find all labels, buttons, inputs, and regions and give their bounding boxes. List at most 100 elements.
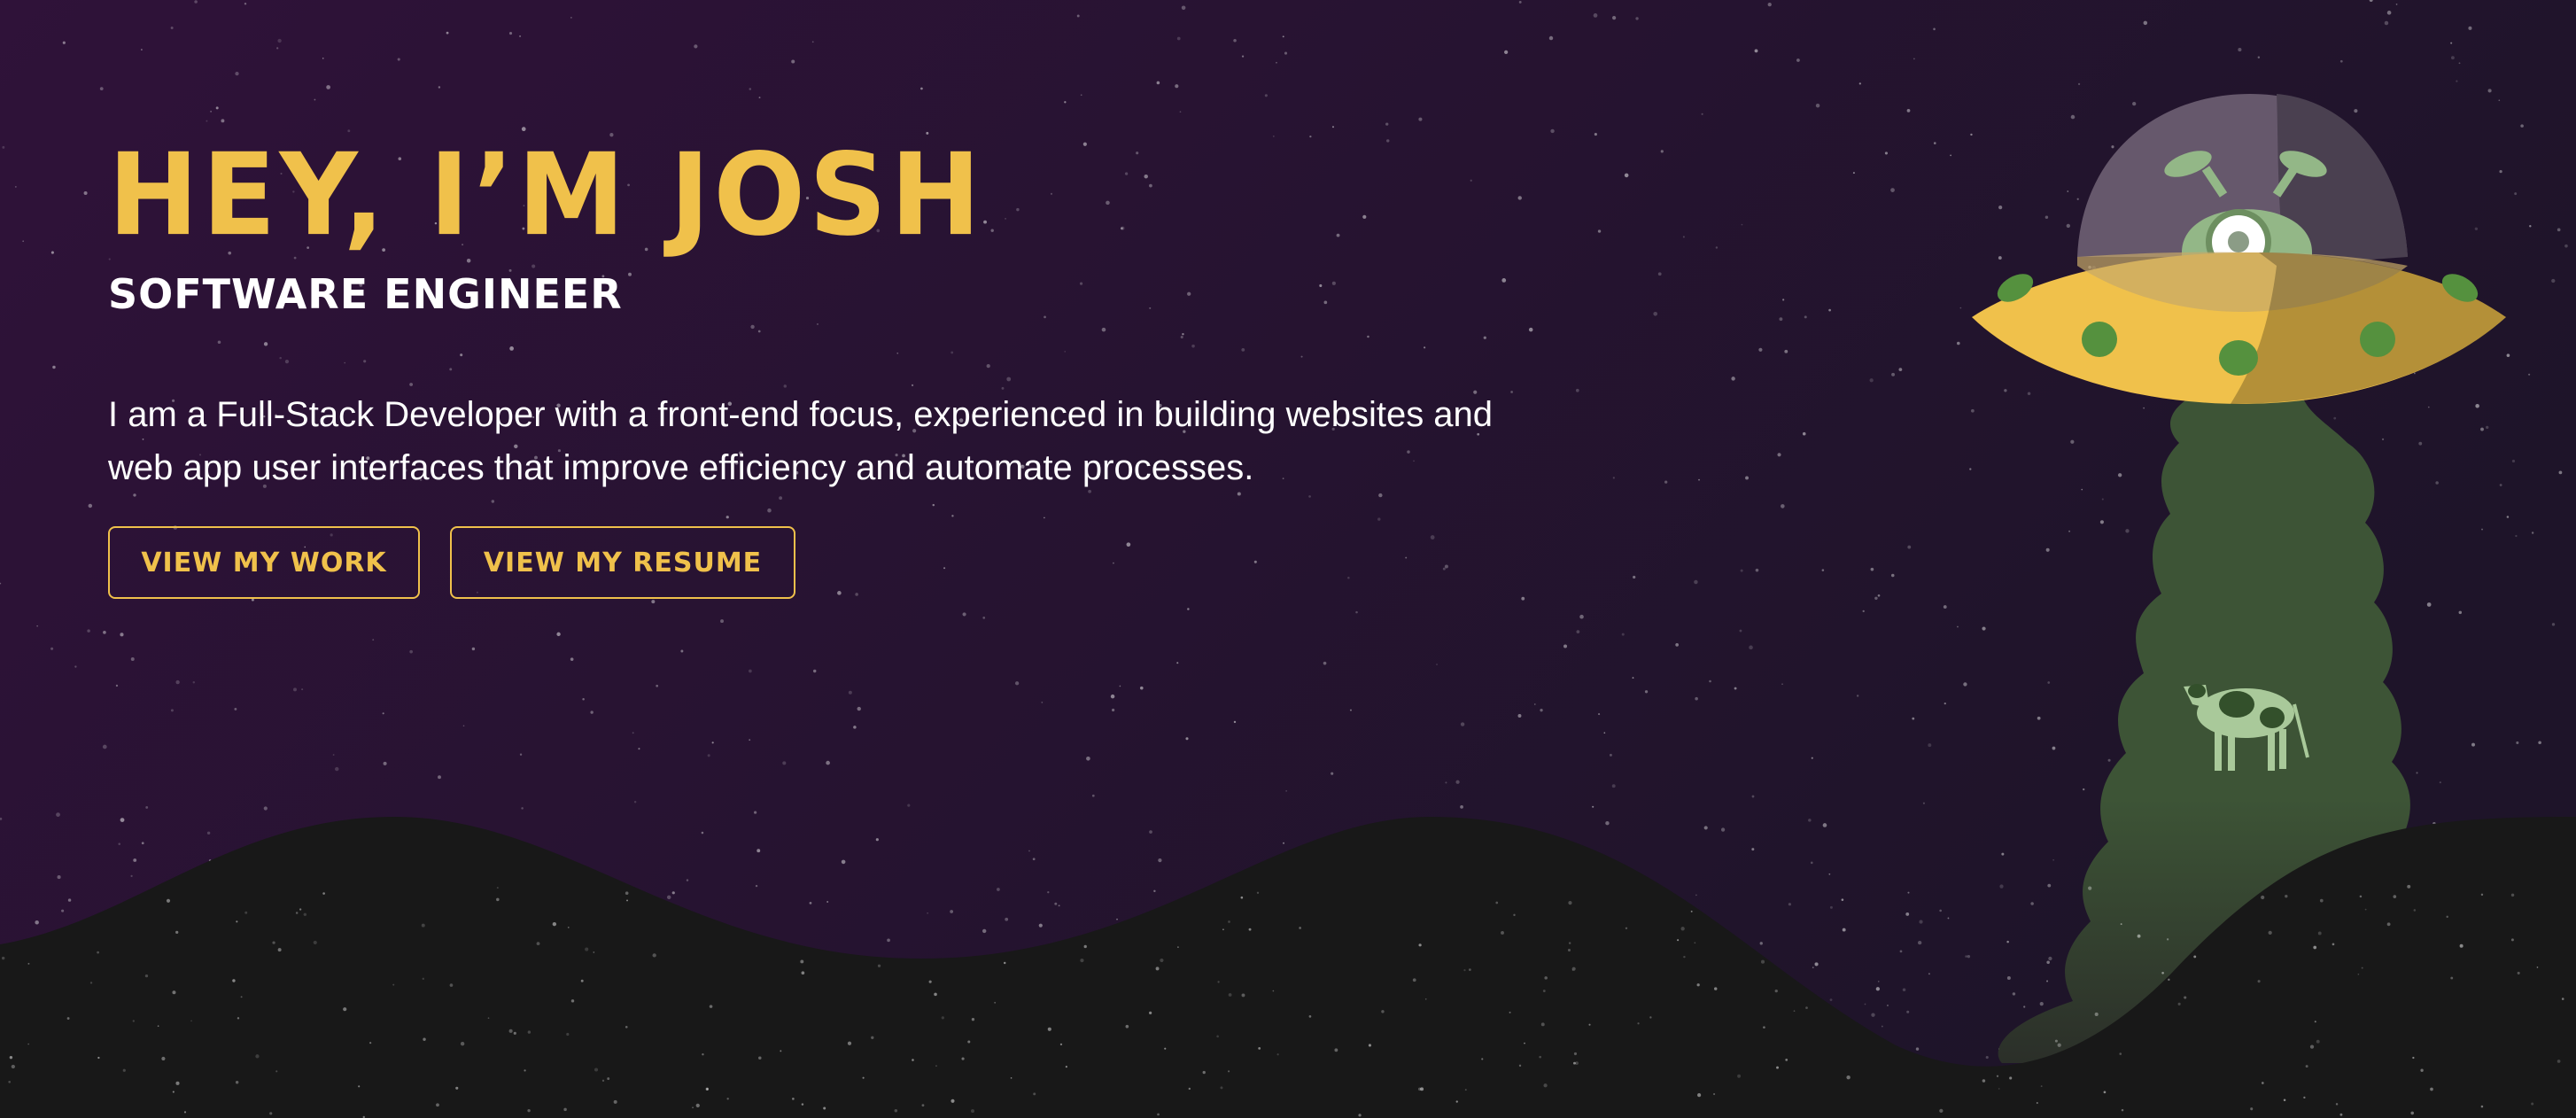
ground-speck bbox=[2510, 893, 2515, 897]
star bbox=[1781, 683, 1783, 686]
ground-speck bbox=[823, 1106, 826, 1110]
ground-speck bbox=[2088, 886, 2092, 890]
star bbox=[2498, 99, 2501, 102]
cta-buttons: VIEW MY WORK VIEW MY RESUME bbox=[108, 526, 1614, 599]
view-my-resume-button[interactable]: VIEW MY RESUME bbox=[450, 526, 795, 599]
star bbox=[2045, 547, 2050, 552]
ground-speck bbox=[358, 1085, 361, 1088]
star bbox=[2027, 392, 2031, 396]
ground-speck bbox=[1418, 943, 1422, 947]
star bbox=[1605, 820, 1610, 826]
star bbox=[88, 503, 93, 509]
ground-speck bbox=[2357, 973, 2360, 975]
star bbox=[1064, 101, 1067, 104]
star bbox=[2045, 215, 2049, 220]
star bbox=[521, 807, 524, 810]
ground-speck bbox=[1220, 1086, 1223, 1090]
star bbox=[1821, 569, 1825, 571]
star bbox=[2531, 532, 2534, 534]
star bbox=[1899, 950, 1903, 953]
ground-speck bbox=[369, 1042, 372, 1044]
star bbox=[1076, 14, 1080, 18]
ground-speck bbox=[2364, 908, 2367, 911]
star bbox=[666, 895, 671, 900]
ground-speck bbox=[1334, 1048, 1338, 1052]
star bbox=[590, 710, 594, 714]
star bbox=[372, 639, 375, 641]
star bbox=[1740, 569, 1743, 572]
star bbox=[519, 753, 523, 756]
ground-speck bbox=[1299, 927, 1301, 929]
ground-speck bbox=[11, 1064, 15, 1069]
ground-speck bbox=[1737, 1074, 1742, 1078]
star bbox=[2416, 772, 2418, 774]
ground-speck bbox=[2339, 1113, 2343, 1116]
ground-speck bbox=[1939, 909, 1942, 912]
star bbox=[2499, 169, 2502, 174]
ground-speck bbox=[1368, 1044, 1371, 1047]
star bbox=[1715, 246, 1719, 249]
ground-speck bbox=[1468, 968, 1471, 972]
ground-speck bbox=[692, 1106, 694, 1108]
star bbox=[2143, 20, 2148, 26]
star bbox=[2047, 681, 2051, 684]
star bbox=[2480, 427, 2484, 431]
star bbox=[438, 86, 441, 89]
ground-speck bbox=[235, 1081, 239, 1084]
ground-speck bbox=[183, 1111, 187, 1114]
ground-speck bbox=[496, 897, 500, 902]
star bbox=[14, 186, 17, 188]
star bbox=[1592, 805, 1594, 808]
ground-speck bbox=[792, 1098, 795, 1100]
star bbox=[1621, 633, 1625, 636]
star bbox=[1418, 117, 1423, 121]
star bbox=[99, 87, 104, 91]
ground-speck bbox=[2039, 1002, 2044, 1006]
star bbox=[234, 707, 237, 710]
ground-speck bbox=[652, 953, 656, 958]
star bbox=[120, 818, 125, 823]
star bbox=[1802, 431, 1806, 436]
star bbox=[1187, 608, 1190, 610]
star bbox=[2427, 406, 2430, 408]
ground-speck bbox=[1058, 904, 1060, 907]
star bbox=[1041, 701, 1044, 703]
star bbox=[244, 2, 247, 5]
view-my-work-button[interactable]: VIEW MY WORK bbox=[108, 526, 420, 599]
ground-speck bbox=[392, 983, 395, 986]
ground-speck bbox=[1649, 1016, 1652, 1019]
star bbox=[1815, 104, 1820, 108]
star bbox=[1796, 58, 1800, 62]
ground-speck bbox=[2054, 1039, 2058, 1043]
star bbox=[2515, 534, 2518, 538]
star bbox=[1593, 13, 1598, 18]
ground-speck bbox=[2510, 938, 2514, 942]
ground-speck bbox=[927, 912, 929, 914]
star bbox=[74, 665, 77, 668]
ground-speck bbox=[2314, 1021, 2316, 1023]
ground-speck bbox=[166, 898, 171, 903]
star bbox=[2333, 416, 2337, 420]
ground-speck bbox=[2184, 996, 2187, 999]
star bbox=[1633, 575, 1636, 579]
star bbox=[1675, 643, 1679, 647]
ground-speck bbox=[2023, 1005, 2026, 1008]
star bbox=[1741, 223, 1743, 226]
ground-speck bbox=[625, 891, 629, 896]
star bbox=[1158, 858, 1162, 863]
ground-speck bbox=[2121, 1108, 2124, 1112]
ground-speck bbox=[1568, 901, 1572, 905]
ground-speck bbox=[2319, 898, 2324, 903]
ground-speck bbox=[1240, 896, 1244, 899]
ground-speck bbox=[1902, 988, 1906, 992]
star bbox=[841, 859, 846, 865]
ground-speck bbox=[1697, 1093, 1702, 1098]
star bbox=[2528, 373, 2531, 376]
star bbox=[1828, 308, 1831, 312]
ground-speck bbox=[871, 1036, 874, 1039]
ground-speck bbox=[2006, 940, 2009, 943]
star bbox=[1777, 453, 1781, 457]
ground-speck bbox=[594, 1068, 599, 1072]
star bbox=[1856, 695, 1859, 697]
star bbox=[2418, 441, 2423, 446]
